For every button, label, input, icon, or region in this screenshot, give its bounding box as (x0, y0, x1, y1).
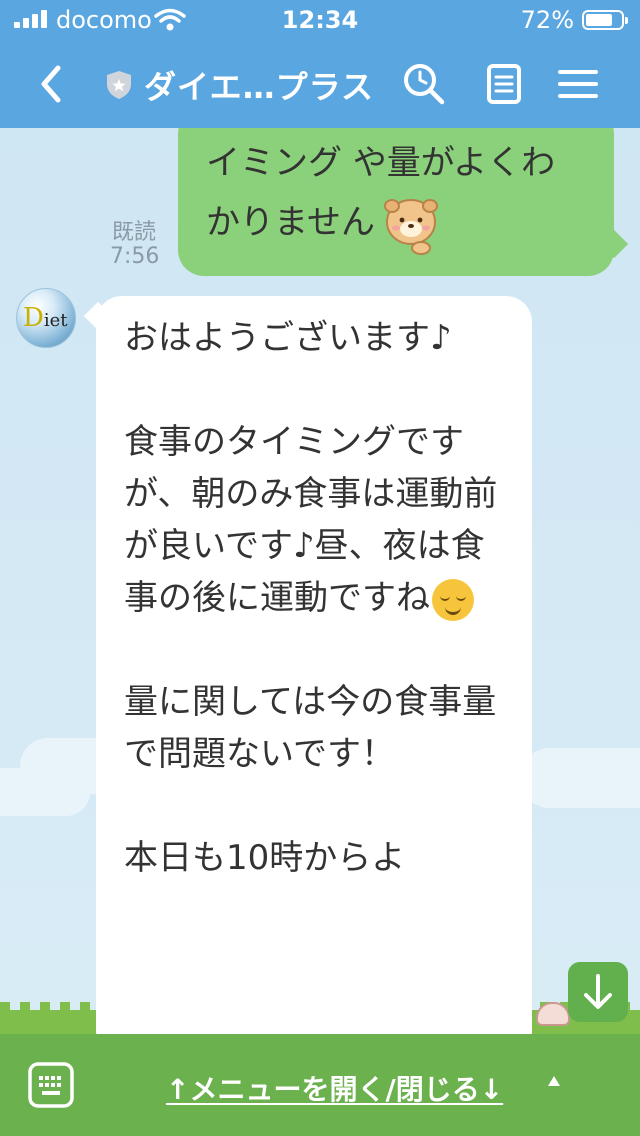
chat-area[interactable]: イミング や量がよくわ かりません 既読 7:56 Diet おはようございます… (0, 128, 640, 1034)
background-cloud (520, 748, 640, 808)
bear-emoji-icon (383, 199, 438, 255)
rich-menu-toggle[interactable]: ↑メニューを開く/閉じる↓ (166, 1068, 503, 1108)
chevron-left-icon[interactable] (24, 56, 80, 112)
hamburger-menu-icon[interactable] (552, 58, 604, 110)
message-paragraph: 量に関しては今の食事量で問題ないです！ (124, 682, 497, 774)
received-message-bubble[interactable]: おはようございます♪ 食事のタイミングですが、朝のみ食事は運動前が良いです♪昼、… (83, 296, 532, 1034)
chat-header: ダイエ…プラス (0, 40, 640, 128)
chat-title[interactable]: ダイエ…プラス (144, 62, 374, 108)
rich-menu-bar: ↑メニューを開く/閉じる↓ (0, 1034, 640, 1136)
relieved-face-emoji-icon (432, 578, 474, 621)
message-paragraph: おはようございます♪ (124, 318, 452, 358)
keyboard-icon[interactable] (28, 1062, 74, 1108)
official-account-shield-icon (107, 71, 131, 99)
battery-icon (582, 10, 628, 30)
read-receipt: 既読 (112, 220, 157, 245)
message-paragraph: 食事のタイミングですが、朝のみ食事は運動前が良いです♪昼、夜は食事の後に運動です… (124, 416, 508, 624)
triangle-up-icon[interactable] (548, 1076, 560, 1086)
sent-message-bubble[interactable]: イミング や量がよくわ かりません (178, 128, 629, 276)
search-icon[interactable] (398, 58, 450, 110)
message-text: かりません (206, 192, 586, 256)
background-snail-icon (536, 1002, 570, 1026)
battery-percent: 72% (520, 6, 574, 34)
arrow-down-icon[interactable] (568, 962, 628, 1022)
message-text: イミング や量がよくわ (206, 143, 556, 183)
status-bar: docomo 12:34 72% (0, 0, 640, 40)
avatar[interactable]: Diet (16, 288, 76, 348)
background-cloud (0, 768, 90, 816)
note-icon[interactable] (478, 58, 530, 110)
message-paragraph: 本日も10時からよ (124, 838, 406, 878)
avatar-label: Diet (23, 303, 68, 333)
message-timestamp: 7:56 (110, 244, 160, 269)
